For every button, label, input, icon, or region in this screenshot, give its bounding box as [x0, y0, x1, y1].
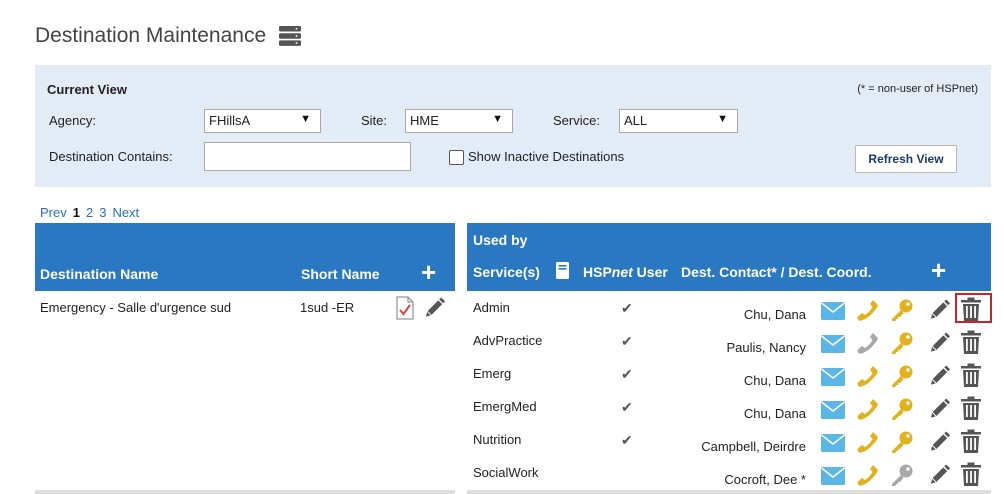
col-dest-contact: Dest. Contact* / Dest. Coord.	[681, 264, 872, 280]
key-icon[interactable]	[890, 463, 914, 487]
key-icon[interactable]	[890, 331, 914, 355]
current-view-label: Current View	[47, 82, 127, 97]
key-icon[interactable]	[890, 364, 914, 388]
document-check-icon[interactable]	[394, 296, 416, 320]
destination-contains-label: Destination Contains:	[49, 149, 173, 164]
pencil-icon[interactable]	[928, 331, 951, 355]
col-hspnet-user: HSPnet User	[583, 264, 668, 280]
used-by-table-bottom	[467, 490, 991, 494]
pencil-icon[interactable]	[928, 463, 951, 487]
page-title: Destination Maintenance	[35, 24, 302, 48]
destination-name-cell: Emergency - Salle d'urgence sud	[40, 300, 232, 315]
destination-contains-input[interactable]	[204, 142, 411, 171]
service-cell: SocialWork	[473, 465, 539, 480]
agency-select-value: FHillsA	[209, 113, 251, 128]
contact-cell: Campbell, Deirdre	[701, 439, 806, 454]
page-link-2[interactable]: 2	[86, 205, 93, 220]
current-view-panel: Current View (* = non-user of HSPnet) Ag…	[35, 65, 991, 187]
phone-icon[interactable]	[856, 463, 880, 487]
site-select-value: HME	[410, 113, 439, 128]
page-link-3[interactable]: 3	[99, 205, 106, 220]
book-icon[interactable]	[555, 261, 570, 280]
phone-icon[interactable]	[856, 397, 880, 421]
col-short-name: Short Name	[301, 266, 380, 282]
contact-cell: Paulis, Nancy	[726, 340, 806, 355]
prev-page-link[interactable]: Prev	[40, 205, 67, 220]
pencil-icon[interactable]	[928, 364, 951, 388]
contact-cell: Chu, Dana	[743, 406, 806, 421]
col-services: Service(s)	[473, 264, 540, 280]
pagination: Prev 1 2 3 Next	[40, 205, 139, 220]
check-icon: ✔	[621, 333, 633, 349]
service-cell: AdvPractice	[473, 333, 543, 348]
chevron-down-icon: ▼	[717, 113, 728, 125]
non-user-note: (* = non-user of HSPnet)	[857, 83, 978, 95]
service-label: Service:	[553, 113, 600, 128]
col-destination-name: Destination Name	[40, 266, 159, 282]
contact-cell: Chu, Dana	[743, 307, 806, 322]
phone-icon[interactable]	[856, 331, 880, 355]
destination-table-bottom	[35, 490, 455, 494]
trash-icon[interactable]	[960, 462, 982, 487]
phone-icon[interactable]	[856, 298, 880, 322]
page-title-text: Destination Maintenance	[35, 24, 267, 47]
service-cell: Emerg	[473, 366, 512, 381]
pencil-icon[interactable]	[928, 430, 951, 454]
server-icon[interactable]	[278, 25, 302, 47]
add-service-icon[interactable]: +	[931, 257, 946, 283]
agency-select[interactable]: FHillsA ▼	[204, 109, 321, 133]
delete-highlight-box	[955, 293, 992, 323]
envelope-icon[interactable]	[820, 400, 846, 420]
show-inactive-label[interactable]: Show Inactive Destinations	[468, 149, 624, 164]
envelope-icon[interactable]	[820, 466, 846, 486]
service-cell: EmergMed	[473, 399, 537, 414]
trash-icon[interactable]	[960, 396, 982, 421]
pencil-icon[interactable]	[423, 296, 446, 320]
key-icon[interactable]	[890, 397, 914, 421]
envelope-icon[interactable]	[820, 334, 846, 354]
phone-icon[interactable]	[856, 364, 880, 388]
trash-icon[interactable]	[960, 429, 982, 454]
site-select[interactable]: HME ▼	[405, 109, 513, 133]
check-icon: ✔	[621, 432, 633, 448]
used-by-table-header: Used by Service(s) HSPnet User Dest. Con…	[467, 223, 991, 291]
contact-cell: Chu, Dana	[743, 373, 806, 388]
envelope-icon[interactable]	[820, 301, 846, 321]
service-select[interactable]: ALL ▼	[619, 109, 738, 133]
phone-icon[interactable]	[856, 430, 880, 454]
service-cell: Admin	[473, 300, 510, 315]
envelope-icon[interactable]	[820, 367, 846, 387]
add-destination-icon[interactable]: +	[421, 259, 436, 285]
check-icon: ✔	[621, 399, 633, 415]
envelope-icon[interactable]	[820, 433, 846, 453]
chevron-down-icon: ▼	[300, 113, 311, 125]
destination-table-header: Destination Name Short Name +	[35, 223, 455, 291]
contact-cell: Cocroft, Dee *	[724, 472, 806, 487]
check-icon: ✔	[621, 300, 633, 316]
show-inactive-checkbox[interactable]	[449, 150, 464, 165]
page-link-1[interactable]: 1	[73, 205, 80, 220]
pencil-icon[interactable]	[928, 298, 951, 322]
refresh-view-button[interactable]: Refresh View	[855, 145, 957, 173]
short-name-cell: 1sud -ER	[300, 300, 355, 315]
service-cell: Nutrition	[473, 432, 522, 447]
trash-icon[interactable]	[960, 330, 982, 355]
key-icon[interactable]	[890, 430, 914, 454]
site-label: Site:	[361, 113, 388, 128]
key-icon[interactable]	[890, 298, 914, 322]
chevron-down-icon: ▼	[492, 113, 503, 125]
used-by-title: Used by	[473, 232, 528, 248]
trash-icon[interactable]	[960, 363, 982, 388]
pencil-icon[interactable]	[928, 397, 951, 421]
check-icon: ✔	[621, 366, 633, 382]
service-select-value: ALL	[624, 113, 648, 128]
agency-label: Agency:	[49, 113, 96, 128]
next-page-link[interactable]: Next	[112, 205, 139, 220]
